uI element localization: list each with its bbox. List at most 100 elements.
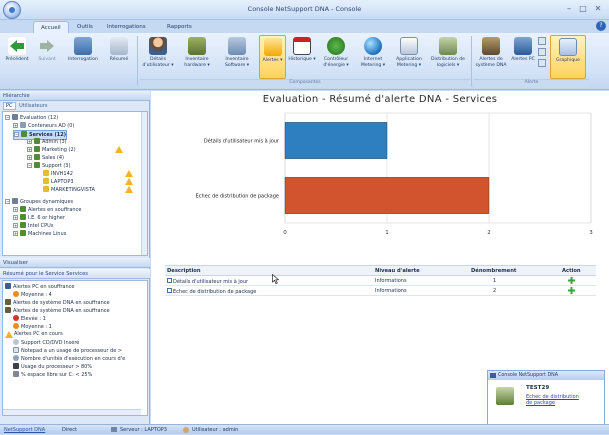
summary-button[interactable]: Résumé [104,35,134,79]
col-alert-level[interactable]: Niveau d'alerte [375,268,420,274]
warning-icon [125,170,133,177]
system-dna-alerts-button[interactable]: Alertes de système DNA [474,35,508,79]
summary-threads[interactable]: Nombre d'unités d'exécution en cours d'e [13,355,125,363]
tree-label: Evaluation (12) [20,115,59,121]
software-distribution-button[interactable]: Distribution de logiciels ▾ [428,35,468,79]
help-icon[interactable]: ? [596,21,606,31]
col-description[interactable]: Description [167,268,201,274]
tab-users[interactable]: Utilisateurs [17,103,49,109]
chart-button[interactable]: Graphique [550,35,586,79]
tree-item-admin[interactable]: + Admin (3) [27,138,67,146]
tab-accueil[interactable]: Accueil [33,21,69,33]
history-label: Historique ▾ [288,57,316,62]
tab-rapports[interactable]: Rapports [160,21,199,33]
tree-item-laptop3[interactable]: LAPTOP3 [43,178,74,186]
power-controller-button[interactable]: Contrôleur d'énergie ▾ [318,35,354,79]
category-label: Echec de distribution de package [196,194,279,200]
summary-disk-space[interactable]: % espace libre sur C: < 25% [13,371,92,379]
ad-container-icon [20,122,26,128]
summary-pc-pending[interactable]: Alertes PC en souffrance [5,283,75,291]
summary-hscrollbar[interactable] [3,409,141,415]
power-icon [327,37,345,55]
tree-item-dynamic-groups[interactable]: − Groupes dynamiques [5,198,73,206]
summary-cpu-usage[interactable]: Usage du processeur > 80% [13,363,92,371]
group-icon [20,230,26,236]
summary-label: % espace libre sur C: < 25% [21,372,93,378]
row-count: 1 [493,278,497,284]
alert-bell-icon [263,38,282,56]
tree-item-marketingvista[interactable]: MARKETINGVISTA [43,186,95,194]
small-refresh-icon[interactable] [538,59,546,67]
tree-item-support[interactable]: − Support (3) [27,162,70,170]
tree-item-ad-containers[interactable]: + Conteneurs AD (0) [13,122,74,130]
back-button[interactable]: Précédent [2,35,32,79]
internet-metering-button[interactable]: Internet Metering ▾ [356,35,390,79]
back-label: Précédent [5,57,29,62]
forward-arrow-icon [38,37,56,55]
user-details-button[interactable]: Détails d'utilisateur ▾ [140,35,176,79]
query-icon [74,37,92,55]
star-orange-icon [13,291,19,297]
tree-item-ie6[interactable]: + I.E. 6 or higher [13,214,65,222]
tree-item-evaluation[interactable]: − Evaluation (12) [5,114,58,122]
hardware-icon [188,37,206,55]
tab-outils[interactable]: Outils [70,21,100,33]
popup-header: Console NetSupport DNA [488,371,604,380]
small-grid-icon[interactable] [538,37,546,45]
hardware-inventory-button[interactable]: Inventaire hardware ▾ [178,35,216,79]
query-button[interactable]: Interrogation [63,35,103,79]
tree-item-pending-alerts[interactable]: + Alertes en souffrance [13,206,81,214]
row-description: Echec de distribution de package [173,289,257,295]
summary-label: Alertes PC en cours [14,331,63,337]
tab-interrogations[interactable]: Interrogations [100,21,153,33]
summary-dna-pending-2[interactable]: Alertes de système DNA en souffrance [5,307,110,315]
group-icon [20,214,26,220]
software-inventory-button[interactable]: Inventaire Software ▾ [218,35,256,79]
tree-label: Sales (4) [42,155,64,161]
summary-label: Résumé [109,57,129,62]
summary-icon [110,37,128,55]
row-icon [167,288,172,293]
forward-label: Suivant [38,57,56,62]
tree-item-linux-machines[interactable]: + Machines Linux [13,230,67,238]
summary-cd-dvd[interactable]: Support CD/DVD Inséré [13,339,79,347]
small-list-icon[interactable] [538,48,546,56]
maximize-button[interactable]: □ [577,3,589,15]
table-row[interactable]: Détails d'utilisateur mis à jour Informa… [165,277,596,286]
distribution-label: Distribution de logiciels ▾ [430,57,465,68]
notification-popup[interactable]: Console NetSupport DNA TEST29 Echec de d… [487,370,605,425]
group-icon [20,206,26,212]
tree-item-invh142[interactable]: INVH142 [43,170,73,178]
pc-icon [5,283,11,289]
col-action[interactable]: Action [562,268,581,274]
history-button[interactable]: Historique ▾ [287,35,317,79]
group-icon [20,222,26,228]
tree-item-sales[interactable]: + Sales (4) [27,154,64,162]
col-count[interactable]: Dénombrement [471,268,516,274]
chart-label: Graphique [555,58,581,63]
summary-medium-2: Moyenne : 1 [13,323,52,331]
table-row[interactable]: Echec de distribution de package Informa… [165,287,596,296]
popup-message-link[interactable]: Echec de distribution de package [526,394,586,406]
tree-scrollbar[interactable] [141,112,147,255]
summary-label: Moyenne : 1 [21,324,52,330]
application-metering-button[interactable]: Application Metering ▾ [391,35,427,79]
internet-metering-label: Internet Metering ▾ [360,57,386,68]
summary-dna-pending[interactable]: Alertes de système DNA en souffrance [5,299,110,307]
mouse-cursor-icon [272,273,280,284]
pc-alerts-button[interactable]: Alertes PC [510,35,536,79]
tree-item-marketing[interactable]: + Marketing (2) [27,146,76,154]
close-button[interactable]: ✕ [592,3,604,15]
summary-notepad-cpu[interactable]: Notepad a un usage de processeur de > [13,347,122,355]
status-bar: NetSupport DNA Direct Serveur : LAPTOP3 … [0,424,609,434]
add-action-icon[interactable] [568,287,575,294]
tree-item-intel-cpus[interactable]: + Intel CPUs [13,222,53,230]
summary-pc-current[interactable]: Alertes PC en cours [14,331,63,338]
bar [284,122,388,159]
tab-pc[interactable]: PC [3,102,16,110]
cpu-icon [13,363,19,369]
minimize-button[interactable]: – [563,3,575,15]
alerts-button[interactable]: Alertes ▾ [259,35,286,79]
forward-button[interactable]: Suivant [32,35,62,79]
add-action-icon[interactable] [568,277,575,284]
